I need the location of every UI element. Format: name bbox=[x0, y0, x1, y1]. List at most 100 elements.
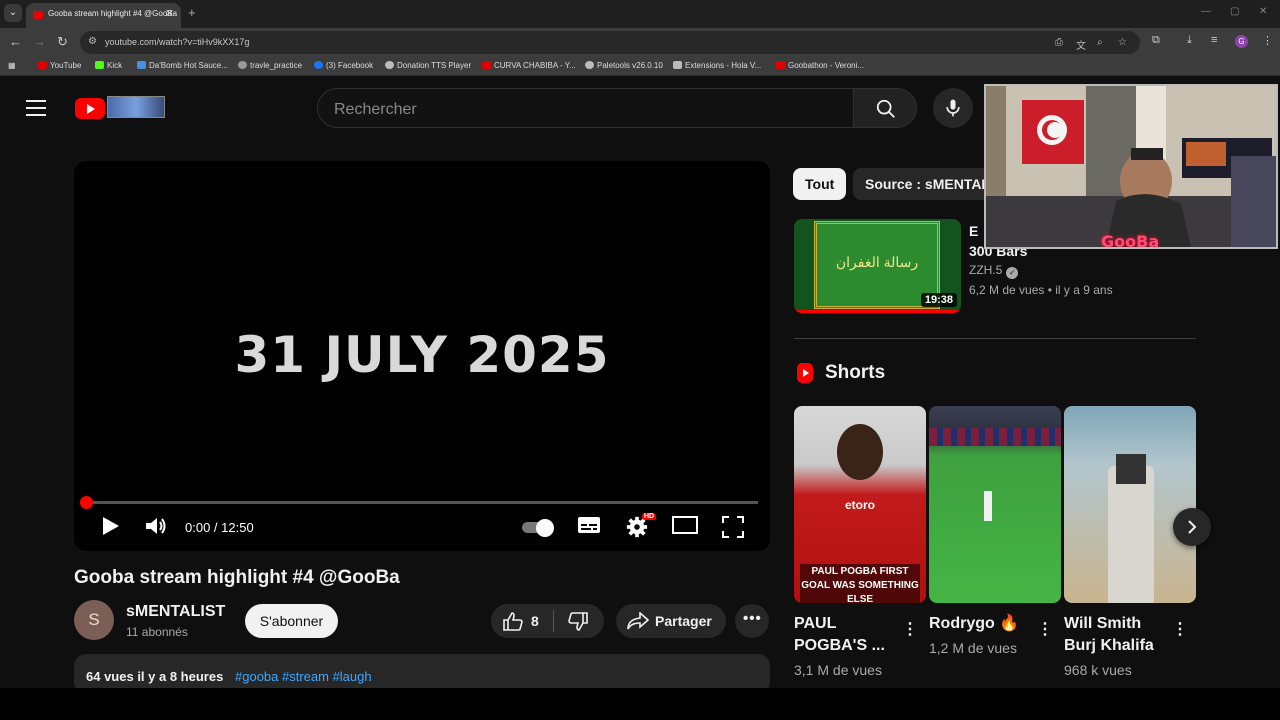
bookmark-kick[interactable]: Kick bbox=[95, 61, 122, 70]
minimize-icon[interactable]: — bbox=[1201, 6, 1211, 17]
short-title[interactable]: Rodrygo 🔥 bbox=[929, 613, 1029, 635]
search-placeholder: Rechercher bbox=[334, 101, 417, 118]
bookmark-curva[interactable]: CURVA CHABIBA - Y... bbox=[482, 61, 576, 70]
video-title: Gooba stream highlight #4 @GooBa bbox=[74, 567, 400, 588]
short-views: 968 k vues bbox=[1064, 662, 1132, 678]
video-hashtags[interactable]: #gooba #stream #laugh bbox=[235, 669, 372, 684]
tab-close-icon[interactable]: ✕ bbox=[165, 7, 174, 20]
webcam-feed bbox=[986, 86, 1276, 247]
more-actions-button[interactable]: ••• bbox=[735, 604, 769, 638]
pill-divider bbox=[553, 610, 554, 632]
browser-tab[interactable]: Gooba stream highlight #4 @GooBa ✕ bbox=[26, 3, 181, 28]
forward-icon[interactable]: → bbox=[33, 34, 46, 49]
subscriber-count: 11 abonnés bbox=[126, 625, 188, 639]
bookmark-travle[interactable]: travle_practice bbox=[238, 61, 302, 70]
video-player[interactable]: 31 JULY 2025 0:00 / 12:50 HD bbox=[74, 161, 770, 551]
autoplay-toggle[interactable] bbox=[522, 519, 556, 537]
screen: ⌄ Gooba stream highlight #4 @GooBa ✕ + —… bbox=[0, 0, 1280, 720]
recommended-channel[interactable]: ZZH.5 ✓ bbox=[969, 263, 1019, 279]
microphone-icon bbox=[946, 99, 960, 117]
install-icon[interactable]: ⎙ bbox=[1055, 37, 1063, 48]
subscribe-button[interactable]: S'abonner bbox=[245, 604, 338, 638]
profile-avatar[interactable]: G bbox=[1235, 35, 1248, 48]
short-views: 1,2 M de vues bbox=[929, 640, 1017, 656]
menu-icon[interactable] bbox=[26, 100, 46, 121]
autoplay-knob bbox=[536, 519, 554, 537]
short-shirt-logo: etoro bbox=[845, 498, 875, 512]
bookmark-favicon-icon bbox=[385, 61, 394, 69]
bookmark-favicon-icon bbox=[238, 61, 247, 69]
progress-scrubber[interactable] bbox=[80, 496, 93, 509]
channel-avatar[interactable]: S bbox=[74, 600, 114, 640]
voice-search-button[interactable] bbox=[933, 88, 973, 128]
chip-all[interactable]: Tout bbox=[793, 168, 847, 200]
short-title[interactable]: PAUL POGBA'S ... bbox=[794, 613, 894, 657]
chevron-right-icon bbox=[1188, 520, 1197, 534]
tab-search-icon[interactable]: ⌄ bbox=[4, 4, 22, 22]
youtube-logo[interactable] bbox=[75, 98, 105, 119]
bookmark-goobathon[interactable]: Goobathon - Veroni... bbox=[776, 61, 864, 70]
short-wall-players bbox=[929, 428, 1061, 446]
translate-icon[interactable]: 文 bbox=[1076, 37, 1086, 52]
logo-doodle[interactable] bbox=[107, 96, 165, 118]
short-player bbox=[984, 491, 992, 521]
chip-source[interactable]: Source : sMENTAL bbox=[853, 168, 1002, 200]
back-icon[interactable]: ← bbox=[9, 34, 22, 49]
browser-menu-icon[interactable]: ⋮ bbox=[1262, 34, 1273, 47]
short-more-icon[interactable]: ⋮ bbox=[1172, 619, 1188, 639]
hd-badge: HD bbox=[642, 513, 657, 520]
progress-bar[interactable] bbox=[80, 496, 758, 509]
shorts-icon bbox=[797, 363, 813, 383]
subtitles-icon[interactable] bbox=[577, 516, 601, 534]
extensions-icon[interactable]: ⧉ bbox=[1152, 34, 1160, 47]
bookmark-youtube[interactable]: YouTube bbox=[38, 61, 81, 70]
search-input[interactable]: Rechercher bbox=[317, 88, 854, 128]
bookmark-paletools[interactable]: Paletools v26.0.10 bbox=[585, 61, 663, 70]
webcam-name-tag: GooBa bbox=[1101, 232, 1160, 249]
like-icon[interactable] bbox=[503, 612, 523, 631]
downloads-icon[interactable]: ⤓ bbox=[1187, 34, 1192, 47]
fullscreen-icon[interactable] bbox=[722, 516, 744, 538]
more-horizontal-icon: ••• bbox=[743, 610, 762, 627]
bookmark-donation[interactable]: Donation TTS Player bbox=[385, 61, 471, 70]
tab-title: Gooba stream highlight #4 @GooBa bbox=[48, 9, 178, 18]
bookmark-favicon-icon bbox=[482, 61, 491, 69]
video-stats: 64 vues il y a 8 heures bbox=[86, 669, 224, 684]
window-close-icon[interactable]: ✕ bbox=[1259, 6, 1267, 17]
bookmark-favicon-icon bbox=[673, 61, 682, 69]
webcam-overlay: GooBa bbox=[984, 84, 1278, 249]
maximize-icon[interactable]: ▢ bbox=[1230, 6, 1239, 17]
short-tower bbox=[1108, 466, 1154, 603]
short-more-icon[interactable]: ⋮ bbox=[902, 619, 918, 639]
channel-name[interactable]: sMENTALIST bbox=[126, 603, 225, 621]
zoom-icon[interactable]: ⌕ bbox=[1097, 37, 1103, 48]
media-icon[interactable]: ≡ bbox=[1211, 34, 1217, 46]
thumbnail-arabic-text: رسالة الغفران bbox=[835, 254, 919, 270]
bookmark-star-icon[interactable]: ☆ bbox=[1118, 37, 1127, 48]
play-icon[interactable] bbox=[100, 516, 120, 536]
dislike-icon[interactable] bbox=[568, 612, 588, 631]
new-tab-icon[interactable]: + bbox=[188, 5, 196, 20]
browser-tab-bar: ⌄ Gooba stream highlight #4 @GooBa ✕ + —… bbox=[0, 0, 1280, 28]
short-thumbnail[interactable] bbox=[929, 406, 1061, 603]
shorts-next-button[interactable] bbox=[1173, 508, 1211, 546]
bookmark-facebook[interactable]: (3) Facebook bbox=[314, 61, 373, 70]
recommended-thumbnail[interactable]: رسالة الغفران 19:38 bbox=[794, 219, 961, 313]
bookmark-extensions[interactable]: Extensions - Hola V... bbox=[673, 61, 761, 70]
short-thumbnail[interactable]: etoro PAUL POGBA FIRST GOAL WAS SOMETHIN… bbox=[794, 406, 926, 603]
volume-icon[interactable] bbox=[145, 516, 167, 536]
search-icon bbox=[876, 99, 895, 118]
theater-mode-icon[interactable] bbox=[672, 516, 698, 534]
apps-icon[interactable]: ▦ bbox=[8, 61, 16, 70]
short-title[interactable]: Will Smith Burj Khalifa bbox=[1064, 613, 1164, 657]
url-text: youtube.com/watch?v=tiHv9kXX17g bbox=[105, 37, 250, 47]
reload-icon[interactable]: ↻ bbox=[57, 34, 68, 50]
bookmark-dabomb[interactable]: Da'Bomb Hot Sauce... bbox=[137, 61, 228, 70]
short-more-icon[interactable]: ⋮ bbox=[1037, 619, 1053, 639]
verified-icon: ✓ bbox=[1006, 267, 1019, 279]
search-button[interactable] bbox=[853, 88, 917, 128]
address-bar[interactable]: ⚙ youtube.com/watch?v=tiHv9kXX17g ⎙ 文 ⌕ … bbox=[80, 31, 1140, 54]
site-info-icon[interactable]: ⚙ bbox=[88, 36, 97, 47]
short-thumbnail[interactable] bbox=[1064, 406, 1196, 603]
bookmark-favicon-icon bbox=[314, 61, 323, 69]
